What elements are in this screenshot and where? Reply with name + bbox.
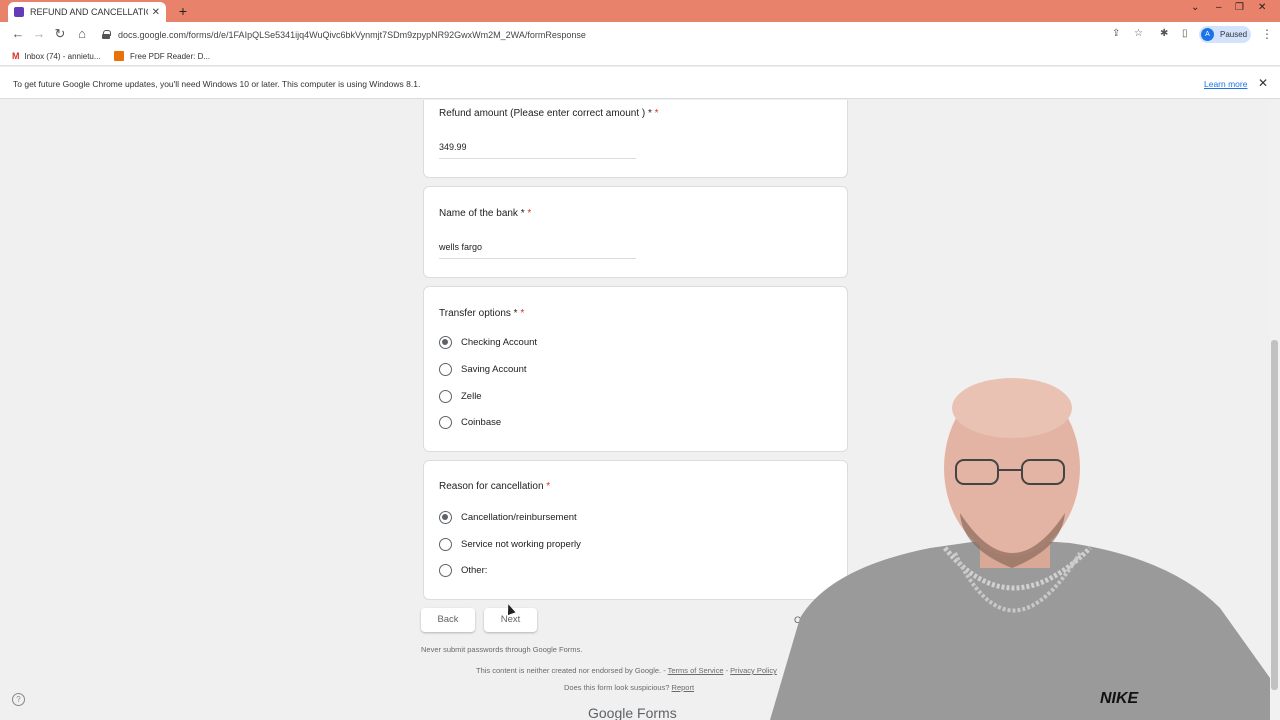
tab-title: REFUND AND CANCELLATION F bbox=[30, 7, 148, 17]
question-title: Reason for cancellation * bbox=[439, 481, 550, 492]
question-label: Transfer options * bbox=[439, 308, 521, 319]
home-icon[interactable]: ⌂ bbox=[75, 27, 89, 41]
back-arrow-icon[interactable]: ← bbox=[11, 27, 25, 41]
bookmark-star-icon[interactable]: ☆ bbox=[1134, 28, 1143, 39]
option-label: Checking Account bbox=[461, 337, 538, 348]
address-bar[interactable]: docs.google.com/forms/d/e/1FAIpQLSe5341i… bbox=[102, 26, 586, 43]
refund-amount-card: Refund amount (Please enter correct amou… bbox=[423, 100, 848, 178]
option-label: Service not working properly bbox=[461, 539, 581, 550]
tab-search-icon[interactable]: ⌄ bbox=[1191, 2, 1199, 13]
reload-icon[interactable]: ↻ bbox=[53, 27, 67, 41]
option-label: Zelle bbox=[461, 391, 482, 402]
infobar-message: To get future Google Chrome updates, you… bbox=[13, 79, 421, 89]
disclaimer-text: This content is neither created nor endo… bbox=[476, 666, 668, 675]
restore-icon[interactable]: ❐ bbox=[1235, 2, 1244, 13]
option-service-not-working[interactable]: Service not working properly bbox=[439, 538, 581, 551]
question-label: Refund amount (Please enter correct amou… bbox=[439, 108, 655, 119]
infobar-close-icon[interactable]: ✕ bbox=[1258, 76, 1268, 90]
radio-unchecked-icon[interactable] bbox=[439, 390, 452, 403]
forms-favicon-icon bbox=[14, 7, 24, 17]
bookmark-pdf-reader[interactable]: Free PDF Reader: D... bbox=[114, 51, 210, 61]
bookmarks-bar: M Inbox (74) - annietu... Free PDF Reade… bbox=[0, 47, 1280, 66]
terms-link[interactable]: Terms of Service bbox=[668, 666, 724, 675]
window-close-icon[interactable]: ✕ bbox=[1258, 2, 1266, 13]
report-link[interactable]: Report bbox=[672, 683, 695, 692]
question-title: Refund amount (Please enter correct amou… bbox=[439, 108, 659, 119]
refund-amount-input[interactable]: 349.99 bbox=[439, 142, 636, 159]
suspicious-text: Does this form look suspicious? bbox=[564, 683, 672, 692]
question-label: Name of the bank * bbox=[439, 208, 528, 219]
bookmark-label: Free PDF Reader: D... bbox=[130, 51, 211, 61]
toolbar: ← → ↻ ⌂ docs.google.com/forms/d/e/1FAIpQ… bbox=[0, 22, 1280, 47]
radio-unchecked-icon[interactable] bbox=[439, 416, 452, 429]
side-panel-icon[interactable]: ▯ bbox=[1182, 28, 1188, 39]
required-marker: * bbox=[520, 308, 525, 319]
option-zelle[interactable]: Zelle bbox=[439, 390, 482, 403]
question-title: Name of the bank * * bbox=[439, 208, 531, 219]
forward-arrow-icon[interactable]: → bbox=[32, 27, 46, 41]
extensions-icon[interactable]: ✱ bbox=[1160, 28, 1168, 39]
suspicious-line: Does this form look suspicious? Report bbox=[564, 683, 694, 692]
bank-name-input[interactable]: wells fargo bbox=[439, 242, 636, 259]
profile-status: Paused bbox=[1220, 30, 1248, 39]
menu-icon[interactable]: ⋮ bbox=[1261, 27, 1273, 41]
radio-unchecked-icon[interactable] bbox=[439, 538, 452, 551]
radio-checked-icon[interactable] bbox=[439, 336, 452, 349]
back-button[interactable]: Back bbox=[421, 608, 475, 632]
profile-button[interactable]: A Paused bbox=[1199, 26, 1251, 43]
disclaimer: This content is neither created nor endo… bbox=[476, 666, 777, 675]
bank-name-card: Name of the bank * * wells fargo bbox=[423, 186, 848, 278]
browser-tab[interactable]: REFUND AND CANCELLATION F ✕ bbox=[8, 2, 166, 22]
bookmark-inbox[interactable]: M Inbox (74) - annietu... bbox=[12, 51, 101, 61]
option-label: Saving Account bbox=[461, 364, 527, 375]
required-marker: * bbox=[546, 481, 551, 492]
help-icon[interactable]: ? bbox=[12, 693, 25, 706]
lock-icon bbox=[102, 30, 111, 39]
update-infobar: To get future Google Chrome updates, you… bbox=[0, 67, 1280, 99]
option-label: Other: bbox=[461, 565, 488, 576]
gmail-icon: M bbox=[12, 51, 20, 61]
radio-checked-icon[interactable] bbox=[439, 511, 452, 524]
radio-unchecked-icon[interactable] bbox=[439, 564, 452, 577]
option-label: Coinbase bbox=[461, 417, 502, 428]
password-warning: Never submit passwords through Google Fo… bbox=[421, 645, 583, 654]
option-cancellation[interactable]: Cancellation/reinbursement bbox=[439, 511, 577, 524]
question-label: Reason for cancellation bbox=[439, 481, 547, 492]
question-title: Transfer options * * bbox=[439, 308, 524, 319]
new-tab-icon[interactable]: + bbox=[176, 3, 190, 19]
radio-unchecked-icon[interactable] bbox=[439, 363, 452, 376]
option-coinbase[interactable]: Coinbase bbox=[439, 416, 501, 429]
learn-more-link[interactable]: Learn more bbox=[1204, 79, 1247, 89]
option-checking-account[interactable]: Checking Account bbox=[439, 336, 537, 349]
tab-close-icon[interactable]: ✕ bbox=[152, 7, 160, 18]
required-marker: * bbox=[527, 208, 532, 219]
option-saving-account[interactable]: Saving Account bbox=[439, 363, 527, 376]
option-other[interactable]: Other: bbox=[439, 564, 487, 577]
bookmark-label: Inbox (74) - annietu... bbox=[24, 51, 101, 61]
minimize-icon[interactable]: – bbox=[1216, 2, 1222, 13]
avatar: A bbox=[1201, 28, 1214, 41]
shirt-logo: NIKE bbox=[1100, 690, 1140, 707]
option-label: Cancellation/reinbursement bbox=[461, 512, 577, 523]
webcam-overlay: NIKE bbox=[770, 378, 1270, 720]
presenter-image: NIKE bbox=[770, 378, 1270, 720]
tab-strip: REFUND AND CANCELLATION F ✕ + ⌄ – ❐ ✕ bbox=[0, 0, 1280, 22]
share-icon[interactable]: ⇪ bbox=[1112, 28, 1120, 39]
url-text: docs.google.com/forms/d/e/1FAIpQLSe5341i… bbox=[118, 29, 586, 40]
pdf-icon bbox=[114, 51, 124, 61]
scrollbar-thumb[interactable] bbox=[1271, 340, 1278, 690]
required-marker: * bbox=[654, 108, 659, 119]
google-forms-logo: Google Forms bbox=[588, 705, 677, 720]
